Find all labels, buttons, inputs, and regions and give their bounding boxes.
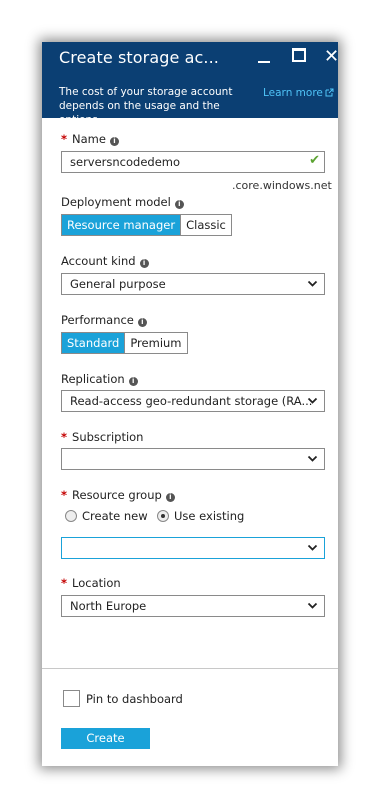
required-asterisk: * — [61, 576, 68, 590]
blade-header: Create storage ac... ✕ The cost of your … — [42, 42, 338, 126]
info-icon[interactable]: i — [109, 137, 119, 146]
chevron-down-icon — [307, 455, 318, 462]
performance-toggle: Standard Premium — [61, 332, 188, 354]
name-input[interactable]: serversncodedemo ✔ — [61, 151, 325, 173]
create-button[interactable]: Create — [61, 728, 150, 749]
location-label: * Location — [61, 576, 121, 590]
deployment-model-label: Deployment model i — [61, 195, 184, 209]
deployment-model-toggle: Resource manager Classic — [61, 214, 232, 236]
performance-label: Performance i — [61, 313, 147, 327]
info-icon[interactable]: i — [165, 493, 175, 502]
name-value: serversncodedemo — [70, 155, 181, 169]
account-kind-select[interactable]: General purpose — [61, 273, 325, 295]
chevron-down-icon — [307, 544, 318, 551]
learn-more-link[interactable]: Learn more — [263, 87, 334, 99]
close-icon: ✕ — [324, 46, 338, 67]
blade-title: Create storage ac... — [59, 48, 219, 67]
replication-label: Replication i — [61, 372, 138, 386]
classic-option[interactable]: Classic — [180, 215, 231, 235]
info-icon[interactable]: i — [137, 318, 147, 327]
resource-manager-option[interactable]: Resource manager — [62, 215, 181, 235]
account-kind-label: Account kind i — [61, 254, 149, 268]
create-storage-blade: Create storage ac... ✕ The cost of your … — [42, 42, 338, 766]
learn-more-label: Learn more — [263, 87, 323, 99]
use-existing-radio[interactable]: Use existing — [157, 509, 244, 523]
account-kind-value: General purpose — [70, 277, 166, 291]
subscription-select[interactable] — [61, 448, 325, 470]
chevron-down-icon — [307, 280, 318, 287]
resource-group-select[interactable] — [61, 537, 325, 559]
required-asterisk: * — [61, 132, 68, 146]
info-icon[interactable]: i — [139, 259, 149, 268]
subscription-label: * Subscription — [61, 430, 144, 444]
replication-value: Read-access geo-redundant storage (RA... — [70, 394, 313, 408]
pin-to-dashboard-label: Pin to dashboard — [86, 692, 183, 706]
external-link-icon — [325, 88, 334, 97]
radio-button-selected — [157, 510, 169, 522]
replication-select[interactable]: Read-access geo-redundant storage (RA... — [61, 390, 325, 412]
resource-group-label: * Resource group i — [61, 488, 175, 502]
required-asterisk: * — [61, 488, 68, 502]
footer-divider — [42, 668, 338, 669]
close-button[interactable]: ✕ — [324, 46, 338, 68]
info-icon[interactable]: i — [128, 377, 138, 386]
chevron-down-icon — [307, 602, 318, 609]
name-label: * Name i — [61, 132, 119, 146]
minimize-button[interactable] — [254, 46, 276, 68]
name-domain-suffix: .core.windows.net — [232, 179, 332, 192]
pin-to-dashboard-checkbox[interactable] — [63, 690, 80, 707]
checkmark-icon: ✔ — [309, 153, 320, 168]
premium-option[interactable]: Premium — [124, 333, 187, 353]
create-new-radio[interactable]: Create new — [65, 509, 148, 523]
radio-button — [65, 510, 77, 522]
cost-notice: The cost of your storage account depends… — [59, 86, 233, 126]
maximize-button[interactable] — [288, 46, 310, 68]
info-icon[interactable]: i — [174, 200, 184, 209]
standard-option[interactable]: Standard — [62, 333, 125, 353]
required-asterisk: * — [61, 430, 68, 444]
chevron-down-icon — [307, 397, 318, 404]
location-select[interactable]: North Europe — [61, 595, 325, 617]
location-value: North Europe — [70, 599, 147, 613]
